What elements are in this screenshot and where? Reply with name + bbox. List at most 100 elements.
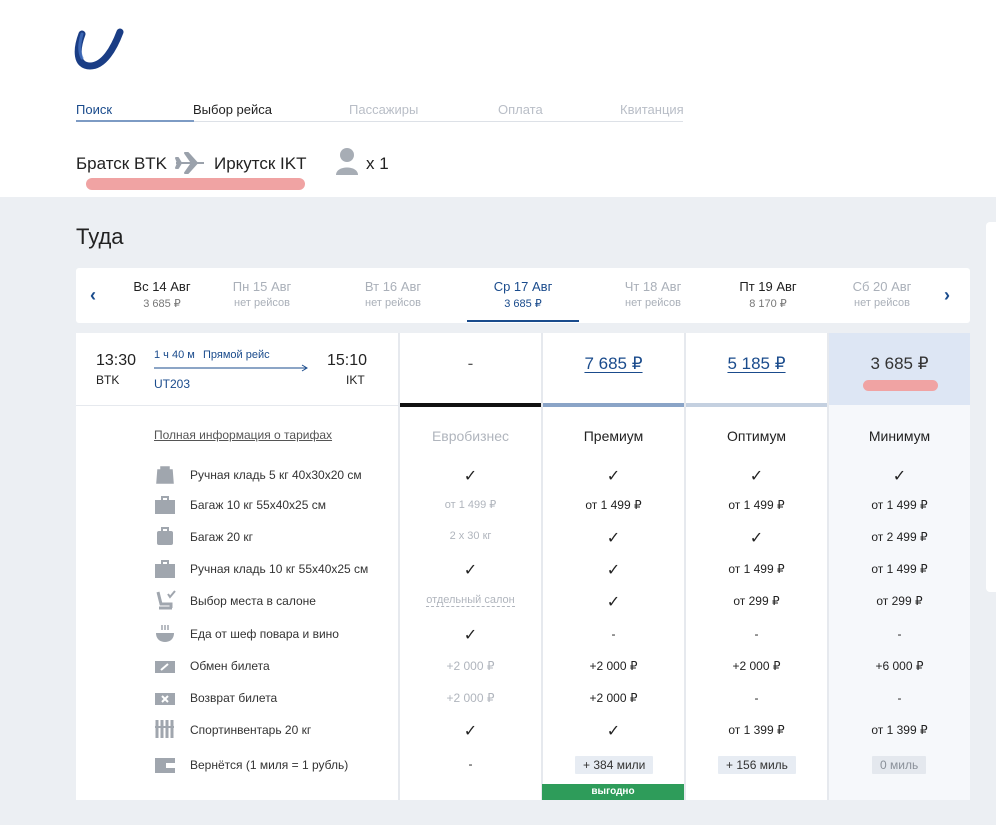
row-value: +2 000 ₽ [732, 659, 781, 673]
side-panel-edge [986, 222, 996, 592]
date-tab-14[interactable]: Вс 14 Авг 3 685 ₽ [106, 279, 218, 310]
date-tab-20[interactable]: Сб 20 Авг нет рейсов [826, 279, 938, 309]
fare-bar-eurobusiness [400, 403, 541, 407]
flight-type: Прямой рейс [203, 349, 270, 361]
row-value: ✓ [463, 468, 478, 485]
price-optimum[interactable]: 5 185 ₽ [686, 333, 827, 405]
row-value: от 1 499 ₽ [728, 498, 785, 512]
row-label: Ручная кладь 10 кг 55x40x25 см [190, 562, 369, 576]
row-value: - [468, 757, 473, 771]
route-to: Иркутск IKT [214, 154, 307, 173]
row-value: - [897, 627, 902, 641]
row-value: от 1 499 ₽ [871, 562, 928, 576]
step-payment: Оплата [498, 102, 543, 117]
miles-badge-minimum: 0 миль [872, 756, 927, 774]
row-value: +6 000 ₽ [875, 659, 924, 673]
date-tab-17-selected[interactable]: Ср 17 Авг 3 685 ₽ [467, 279, 579, 322]
row-value: от 299 ₽ [733, 594, 780, 608]
date-tab-18[interactable]: Чт 18 Авг нет рейсов [597, 279, 709, 309]
row-label: Багаж 10 кг 55x40x25 см [190, 498, 326, 512]
row-label: Вернётся (1 миля = 1 рубль) [190, 758, 349, 772]
row-value: ✓ [606, 594, 621, 611]
best-value-badge: выгодно [542, 784, 684, 800]
row-value: ✓ [606, 468, 621, 485]
luggage-icon [157, 527, 173, 545]
fare-name-optimum: Оптимум [727, 428, 786, 444]
step-search[interactable]: Поиск [76, 102, 112, 117]
row-value: +2 000 ₽ [589, 659, 638, 673]
date-tab-15[interactable]: Пн 15 Авг нет рейсов [206, 279, 318, 309]
row-value: от 2 499 ₽ [871, 530, 928, 544]
seat-icon [156, 590, 176, 610]
row-value: ✓ [606, 723, 621, 740]
date-tab-19[interactable]: Пт 19 Авг 8 170 ₽ [712, 279, 824, 310]
row-value: ✓ [749, 530, 764, 547]
miles-badge-optimum: + 156 миль [718, 756, 796, 774]
next-dates-chevron-right-icon[interactable]: › [944, 285, 950, 306]
sport-icon [155, 720, 174, 738]
miles-badge-premium: + 384 мили [575, 756, 654, 774]
row-label: Ручная кладь 5 кг 40x30x20 см [190, 468, 362, 482]
flight-info: 13:30 BTK 1 ч 40 м Прямой рейс UT203 15:… [76, 333, 398, 405]
row-value: ✓ [606, 530, 621, 547]
row-value: - [754, 627, 759, 641]
passenger-icon [336, 148, 358, 175]
row-label: Багаж 20 кг [190, 530, 254, 544]
step-receipt: Квитанция [620, 102, 684, 117]
price-premium-link[interactable]: 7 685 ₽ [584, 354, 642, 373]
flight-number[interactable]: UT203 [154, 377, 190, 391]
row-value: - [897, 691, 902, 705]
prev-dates-chevron-left-icon[interactable]: ‹ [90, 285, 96, 306]
fare-name-eurobusiness: Евробизнес [431, 428, 510, 444]
row-value: от 1 499 ₽ [871, 498, 928, 512]
row-value: ✓ [463, 562, 478, 579]
wallet-icon [155, 758, 175, 773]
row-value: от 1 499 ₽ [444, 499, 497, 511]
row-value: ✓ [463, 627, 478, 644]
plane-icon [175, 152, 204, 174]
suitcase-icon [155, 560, 175, 578]
bag-icon [156, 466, 174, 484]
route-highlight [86, 178, 305, 190]
route-from: Братск BTK [76, 154, 168, 173]
date-selector: ‹ Вс 14 Авг 3 685 ₽ Пн 15 Авг нет рейсов В… [76, 268, 970, 323]
row-value: ✓ [892, 468, 907, 485]
fare-name-premium: Премиум [583, 428, 644, 444]
date-tab-16[interactable]: Вт 16 Авг нет рейсов [337, 279, 449, 309]
price-premium[interactable]: 7 685 ₽ [543, 333, 684, 405]
row-value: от 1 399 ₽ [728, 723, 785, 737]
fare-name-minimum: Минимум [868, 428, 931, 444]
step-passengers: Пассажиры [349, 102, 419, 117]
page-title: Туда [76, 224, 124, 249]
row-value: ✓ [606, 562, 621, 579]
price-optimum-link[interactable]: 5 185 ₽ [727, 354, 785, 373]
exchange-icon [155, 661, 175, 673]
row-value: +2 000 ₽ [446, 659, 495, 673]
suitcase-icon [155, 496, 175, 514]
flight-arrow-icon [154, 364, 308, 372]
row-value: от 299 ₽ [876, 594, 923, 608]
row-value: - [611, 627, 616, 641]
fare-bar-optimum [686, 403, 827, 407]
row-value: ✓ [463, 723, 478, 740]
tariff-info-link[interactable]: Полная информация о тарифах [154, 428, 332, 442]
flight-duration: 1 ч 40 м [154, 349, 195, 361]
step-flight-select: Выбор рейса [193, 102, 272, 117]
passenger-count[interactable]: x 1 [366, 154, 389, 174]
row-label: Спортинвентарь 20 кг [190, 723, 312, 737]
row-label: Выбор места в салоне [190, 594, 316, 608]
arrival-code: IKT [346, 373, 365, 387]
refund-icon [155, 693, 175, 705]
utair-logo-icon[interactable] [74, 28, 124, 72]
row-value: +2 000 ₽ [589, 691, 638, 705]
price-minimum[interactable]: 3 685 ₽ [829, 333, 970, 405]
row-value: ✓ [749, 468, 764, 485]
price-eurobusiness: - [467, 354, 474, 373]
row-label: Возврат билета [190, 691, 278, 705]
row-value: 2 х 30 кг [449, 530, 492, 542]
booking-steps: Поиск Выбор рейса Пассажиры Оплата Квита… [76, 102, 684, 122]
departure-time: 13:30 [96, 352, 137, 369]
row-value: от 1 399 ₽ [871, 723, 928, 737]
steps-progress [76, 120, 194, 122]
row-value-separate-cabin: отдельный салон [426, 594, 515, 607]
